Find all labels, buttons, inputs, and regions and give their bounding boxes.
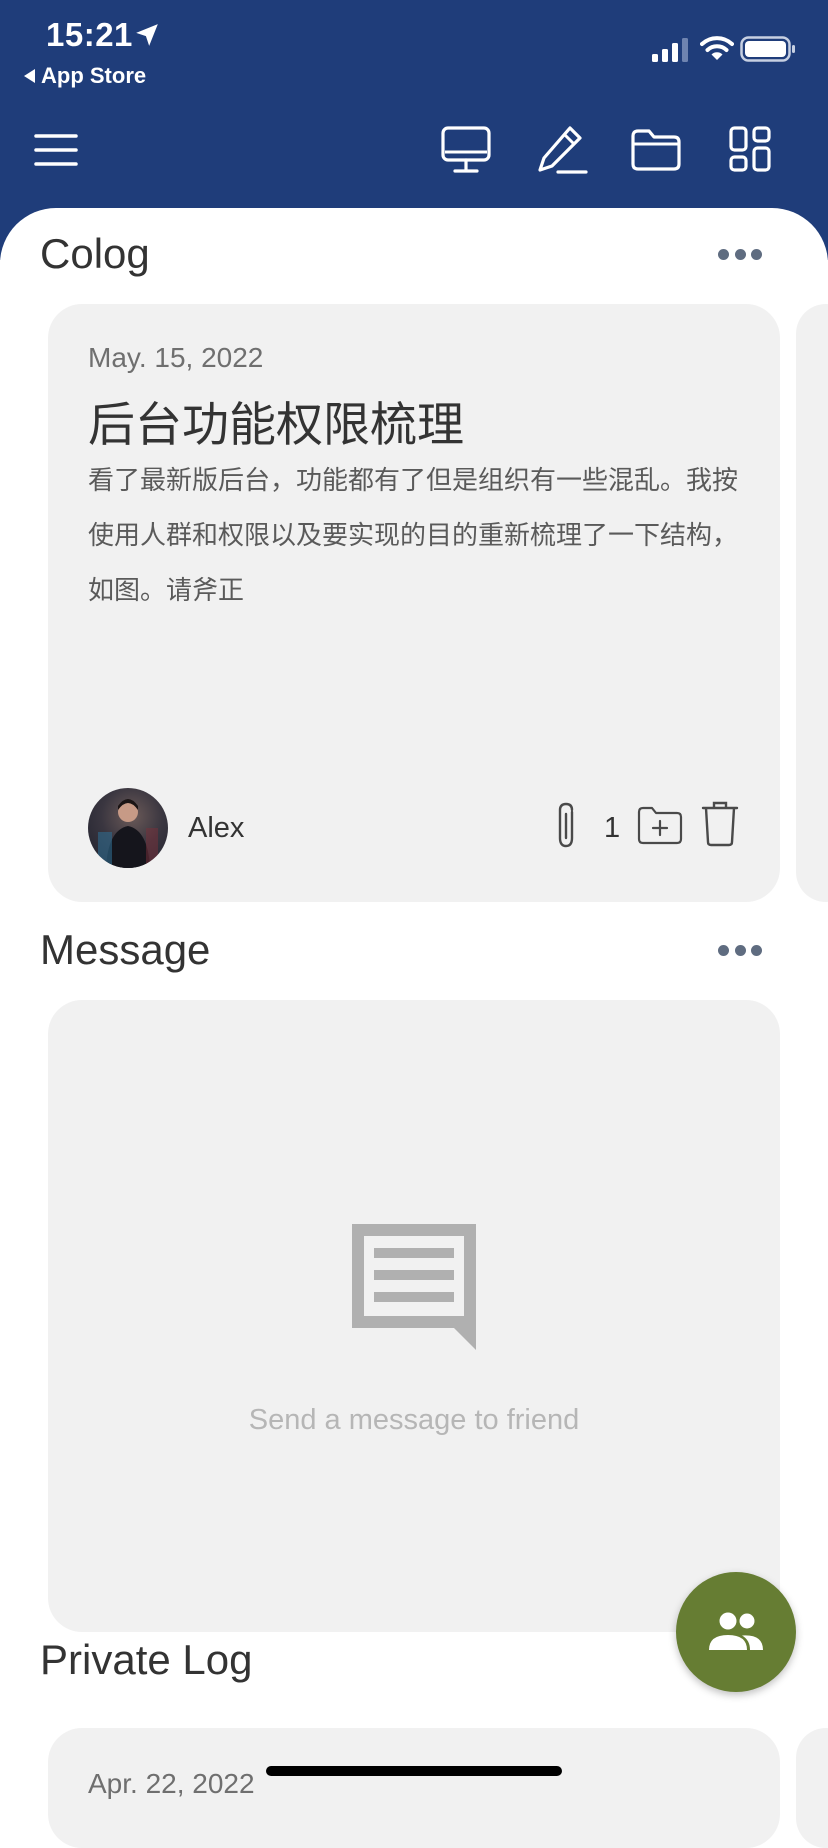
grid-icon[interactable]: [722, 122, 778, 178]
message-icon: [352, 1224, 476, 1350]
next-private-log-card-peek[interactable]: [796, 1728, 828, 1848]
dot: [718, 249, 729, 260]
section-title-private-log: Private Log: [40, 1636, 253, 1683]
back-arrow-icon: [24, 69, 35, 83]
folder-icon[interactable]: [628, 122, 684, 178]
dot: [718, 945, 729, 956]
author-name: Alex: [188, 812, 245, 844]
friends-fab-button[interactable]: [676, 1572, 796, 1692]
private-log-date: Apr. 22, 2022: [88, 1768, 255, 1799]
colog-date: May. 15, 2022: [88, 342, 264, 373]
message-card[interactable]: Send a message to friend: [48, 1000, 780, 1632]
avatar[interactable]: [88, 788, 168, 868]
wifi-icon: [700, 36, 734, 60]
dot: [751, 945, 762, 956]
private-log-card[interactable]: Apr. 22, 2022: [48, 1728, 780, 1848]
empty-message-text: Send a message to friend: [248, 1404, 580, 1436]
section-title-message: Message: [40, 926, 211, 973]
dot: [734, 249, 746, 260]
back-app-label: App Store: [41, 63, 147, 88]
home-indicator[interactable]: [266, 1766, 562, 1776]
section-title-colog: Colog: [40, 230, 150, 277]
colog-title: 后台功能权限梳理: [88, 398, 464, 453]
paperclip-icon[interactable]: [552, 800, 582, 852]
colog-body: 看了最新版后台，功能都有了但是组织有一些混乱。我按使用人群和权限以及要实现的目的…: [88, 466, 739, 606]
dot: [751, 249, 762, 260]
status-time: 15:21: [46, 16, 133, 53]
battery-icon: [740, 36, 795, 62]
add-to-folder-icon[interactable]: [636, 804, 684, 846]
desktop-icon[interactable]: [438, 122, 494, 178]
trash-icon[interactable]: [700, 798, 740, 848]
edit-icon[interactable]: [534, 122, 590, 178]
next-colog-card-peek[interactable]: [796, 304, 828, 902]
cellular-signal-icon: [652, 38, 688, 62]
people-icon: [709, 1612, 763, 1650]
attachment-count: 1: [604, 812, 621, 844]
dot: [734, 945, 746, 956]
menu-icon[interactable]: [28, 122, 84, 178]
back-to-app-store[interactable]: App Store: [24, 63, 146, 89]
avatar-image: [98, 799, 158, 868]
colog-card[interactable]: May. 15, 2022 后台功能权限梳理 看了最新版后台，功能都有了但是组织…: [48, 304, 780, 902]
message-more-button[interactable]: [718, 945, 762, 959]
location-arrow-icon: [136, 24, 158, 46]
colog-more-button[interactable]: [718, 249, 762, 263]
